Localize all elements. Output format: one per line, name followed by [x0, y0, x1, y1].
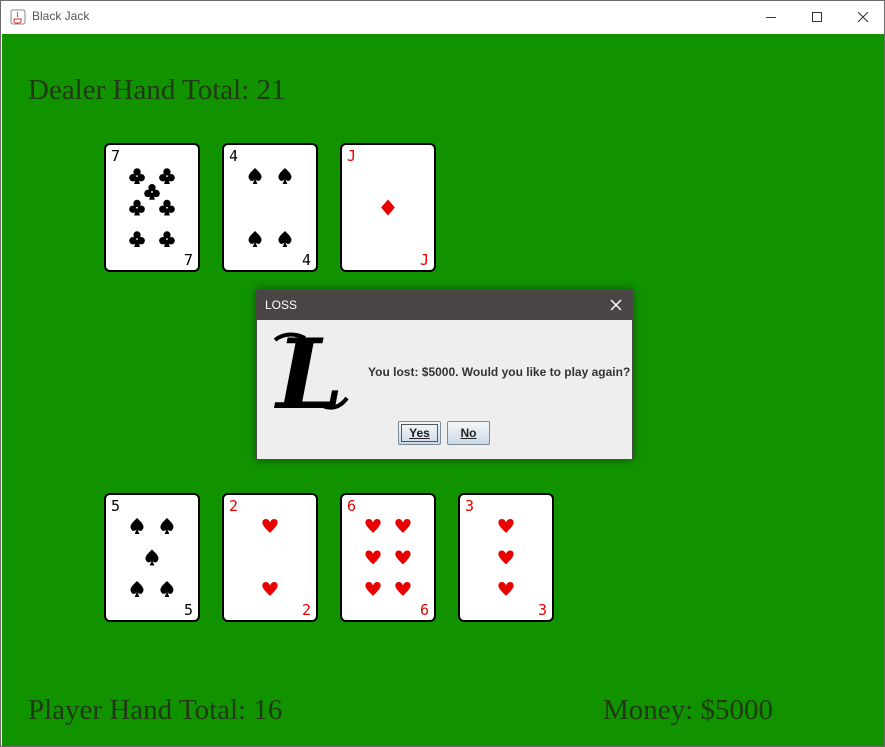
heart-pip-icon	[365, 582, 381, 596]
card-rank-label: J	[347, 147, 356, 165]
playing-card-3-of-hearts: 33	[458, 493, 554, 622]
loss-dialog: LOSS L You lost: $5000. Would you like t…	[256, 289, 633, 460]
card-rank-label: 5	[111, 497, 120, 515]
spade-pip-icon	[145, 549, 159, 566]
playing-card-7-of-clubs: 77	[104, 143, 200, 272]
card-rank-label: 6	[347, 497, 356, 515]
club-pip-icon	[159, 168, 175, 185]
club-pip-icon	[129, 199, 145, 216]
spade-pip-icon	[278, 167, 292, 185]
dialog-title-bar[interactable]: LOSS	[257, 290, 632, 320]
card-rank-label: 6	[420, 601, 429, 619]
diamond-pip-icon	[381, 199, 395, 216]
no-button[interactable]: No	[447, 421, 490, 445]
playing-card-J-of-diamonds: JJ	[340, 143, 436, 272]
close-icon	[857, 11, 868, 22]
heart-pip-icon	[395, 550, 411, 565]
heart-pip-icon	[365, 550, 381, 565]
card-rank-label: 4	[302, 251, 311, 269]
card-rank-label: 2	[302, 601, 311, 619]
card-rank-label: 7	[184, 251, 193, 269]
heart-pip-icon	[498, 582, 514, 596]
spade-pip-icon	[278, 230, 292, 248]
spade-pip-icon	[130, 517, 144, 535]
title-bar[interactable]: Black Jack	[1, 1, 884, 33]
spade-pip-icon	[248, 167, 262, 185]
heart-pip-icon	[262, 582, 278, 596]
no-button-label: No	[460, 426, 477, 440]
club-pip-icon	[144, 184, 160, 200]
money-display: Money: $5000	[603, 694, 773, 726]
maximize-button[interactable]	[794, 1, 840, 33]
java-icon	[10, 9, 26, 25]
card-rank-label: 3	[538, 601, 547, 619]
club-pip-icon	[129, 231, 145, 248]
spade-pip-icon	[130, 580, 144, 598]
spade-pip-icon	[160, 580, 174, 598]
club-pip-icon	[159, 231, 175, 248]
game-window: Black Jack Dealer Hand Total: 21 Player …	[0, 0, 885, 747]
minimize-button[interactable]	[748, 1, 794, 33]
dealer-hand-total: Dealer Hand Total: 21	[28, 74, 286, 106]
window-title: Black Jack	[32, 9, 90, 23]
yes-button[interactable]: Yes	[398, 421, 441, 445]
spade-pip-icon	[160, 517, 174, 535]
close-icon	[610, 299, 622, 311]
card-rank-label: J	[420, 251, 429, 269]
dialog-close-button[interactable]	[606, 295, 626, 315]
gothic-letter-l-icon: L	[273, 328, 349, 420]
heart-pip-icon	[498, 519, 514, 533]
heart-pip-icon	[498, 550, 514, 565]
card-rank-label: 4	[229, 147, 238, 165]
spade-pip-icon	[248, 230, 262, 248]
club-pip-icon	[159, 199, 175, 216]
card-rank-label: 2	[229, 497, 238, 515]
heart-pip-icon	[395, 582, 411, 596]
playing-card-4-of-spades: 44	[222, 143, 318, 272]
playing-card-2-of-hearts: 22	[222, 493, 318, 622]
close-window-button[interactable]	[840, 1, 884, 33]
heart-pip-icon	[365, 519, 381, 533]
heart-pip-icon	[395, 519, 411, 533]
heart-pip-icon	[262, 519, 278, 533]
dialog-title: LOSS	[265, 298, 298, 312]
card-rank-label: 3	[465, 497, 474, 515]
yes-button-label: Yes	[409, 426, 430, 440]
playing-card-6-of-hearts: 66	[340, 493, 436, 622]
club-pip-icon	[129, 168, 145, 185]
minimize-icon	[765, 16, 776, 18]
card-rank-label: 7	[111, 147, 120, 165]
card-rank-label: 5	[184, 601, 193, 619]
playing-card-5-of-spades: 55	[104, 493, 200, 622]
maximize-icon	[811, 11, 822, 22]
player-hand-total: Player Hand Total: 16	[28, 694, 283, 726]
dialog-message: You lost: $5000. Would you like to play …	[368, 365, 631, 379]
